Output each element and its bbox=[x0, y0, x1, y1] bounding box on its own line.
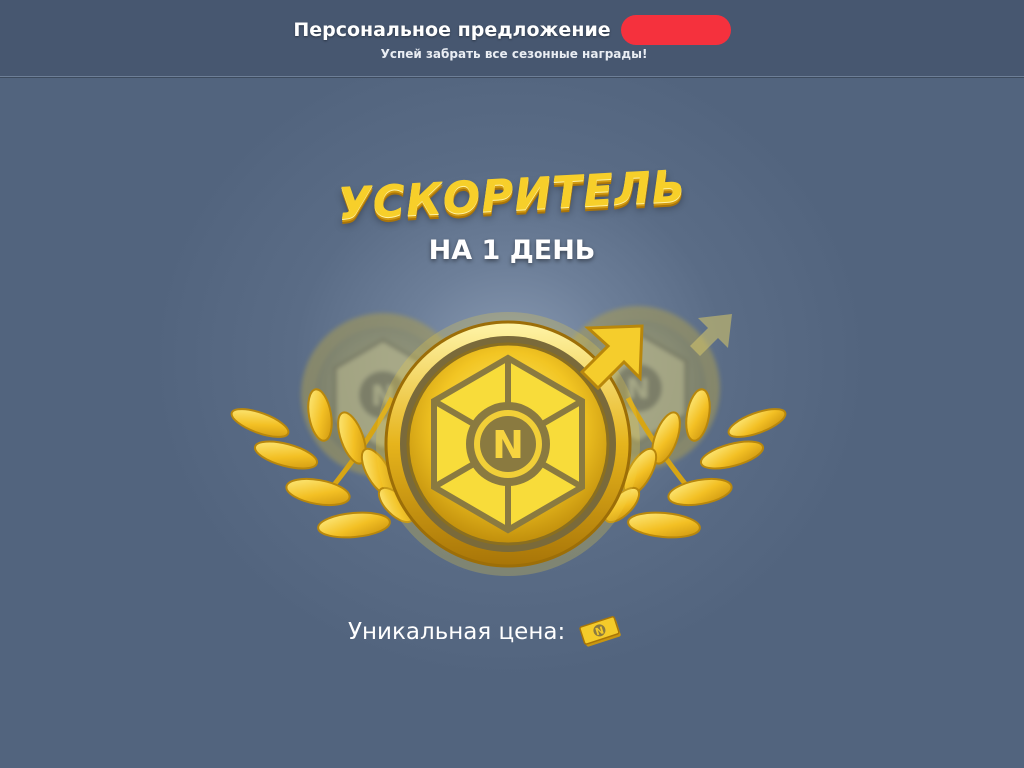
price-label: Уникальная цена: bbox=[348, 619, 566, 645]
booster-coin-letter: N bbox=[492, 423, 524, 467]
booster-emblem: N N N bbox=[230, 306, 787, 576]
offer-timer-badge bbox=[620, 15, 731, 45]
gold-banknote-icon: N bbox=[579, 616, 621, 647]
offer-subtitle: Успей забрать все сезонные награды! bbox=[380, 47, 648, 61]
booster-duration: НА 1 ДЕНЬ bbox=[428, 235, 596, 266]
booster-title: УСКОРИТЕЛЬ bbox=[336, 160, 688, 231]
offer-screen: Персональное предложение Успей забрать в… bbox=[0, 0, 1024, 768]
price-row: Уникальная цена: N bbox=[348, 615, 623, 649]
offer-title-row: Персональное предложение bbox=[0, 14, 1024, 46]
offer-header: Персональное предложение Успей забрать в… bbox=[0, 0, 1024, 77]
offer-title: Персональное предложение bbox=[293, 19, 611, 41]
